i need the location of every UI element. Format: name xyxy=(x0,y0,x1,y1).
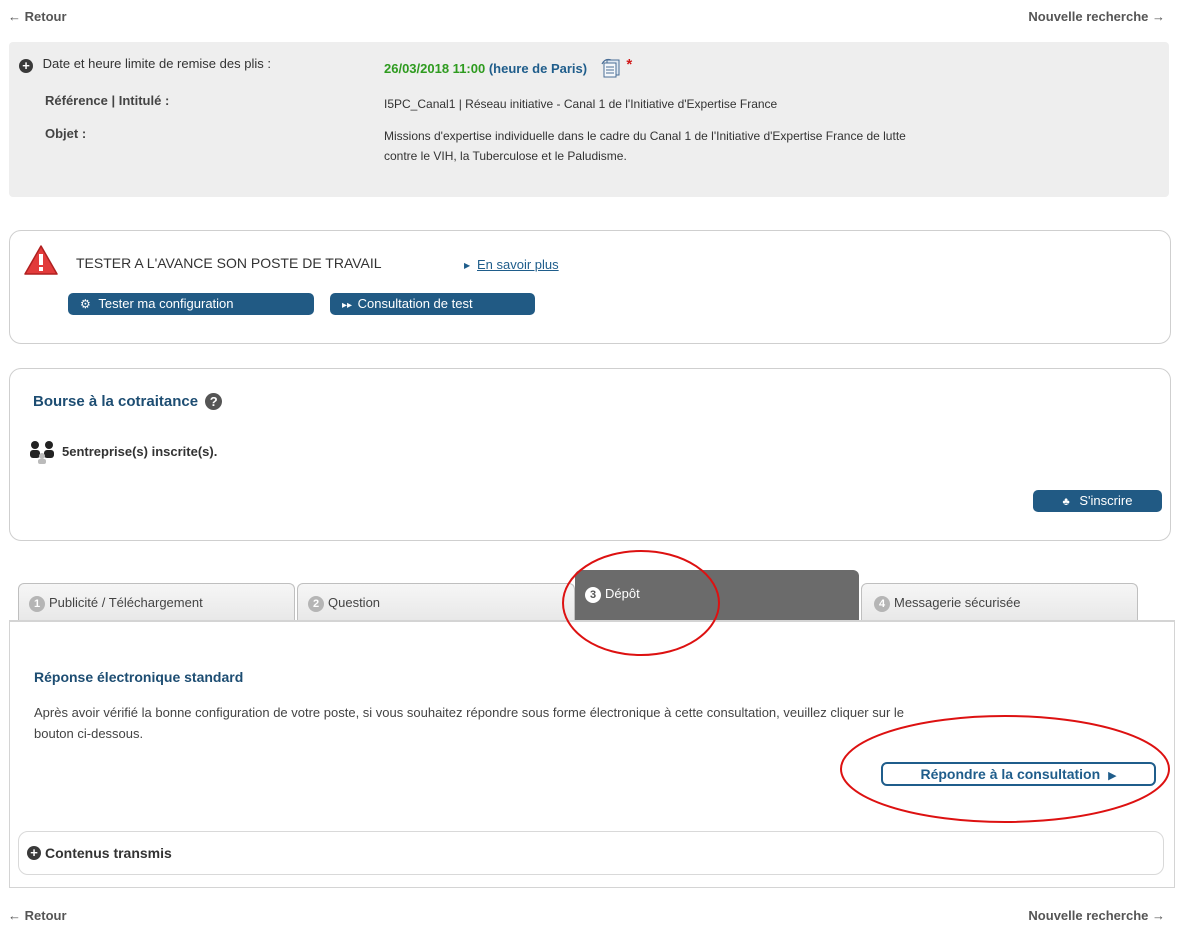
expand-plus-icon[interactable]: + xyxy=(27,846,41,860)
tab-label: Publicité / Téléchargement xyxy=(49,595,203,610)
tab-number-badge: 3 xyxy=(585,587,601,603)
user-add-icon: ♣ xyxy=(1062,496,1070,508)
tab-label: Messagerie sécurisée xyxy=(894,595,1021,610)
deadline-date: 26/03/2018 11:00 xyxy=(384,61,486,76)
warning-icon xyxy=(24,245,58,278)
register-button[interactable]: ♣ S'inscrire xyxy=(1033,490,1162,512)
new-search-link-bottom[interactable]: Nouvelle recherche → xyxy=(1028,908,1165,923)
test-config-button[interactable]: ⚙ Tester ma configuration xyxy=(68,293,314,315)
tester-title: TESTER A L'AVANCE SON POSTE DE TRAVAIL xyxy=(76,255,382,271)
calendar-icon[interactable] xyxy=(601,58,623,81)
section-title: Réponse électronique standard xyxy=(34,669,244,685)
fast-forward-icon: ▸▸ xyxy=(342,300,353,311)
tab-number-badge: 2 xyxy=(308,596,324,612)
back-label: Retour xyxy=(24,9,67,24)
desc-line-2: bouton ci-dessous. xyxy=(34,726,144,741)
deadline-label: Date et heure limite de remise des plis … xyxy=(42,56,271,71)
bourse-cotraitance-box: Bourse à la cotraitance ? 5entreprise(s)… xyxy=(9,368,1171,541)
deadline-timezone: (heure de Paris) xyxy=(488,61,588,76)
tab-label: Question xyxy=(328,595,381,610)
depot-content-panel: Réponse électronique standard Après avoi… xyxy=(9,620,1175,888)
registered-count: 5entreprise(s) inscrite(s). xyxy=(62,444,218,459)
respond-label: Répondre à la consultation xyxy=(920,766,1101,782)
contenus-transmis-section[interactable]: + Contenus transmis xyxy=(18,831,1164,875)
new-search-label: Nouvelle recherche xyxy=(1028,908,1149,923)
tab-label: Dépôt xyxy=(605,586,640,601)
reference-value: I5PC_Canal1 | Réseau initiative - Canal … xyxy=(384,97,778,111)
test-config-label: Tester ma configuration xyxy=(98,296,234,311)
consultation-info-panel: + Date et heure limite de remise des pli… xyxy=(9,42,1169,197)
depot-description: Après avoir vérifié la bonne configurati… xyxy=(34,702,1134,744)
deadline-value-row: 26/03/2018 11:00 (heure de Paris) * xyxy=(384,56,632,81)
reference-label: Référence | Intitulé : xyxy=(45,93,170,108)
new-search-label: Nouvelle recherche xyxy=(1028,9,1149,24)
new-search-link-top[interactable]: Nouvelle recherche → xyxy=(1028,9,1165,24)
tab-number-badge: 1 xyxy=(29,596,45,612)
arrow-left-icon: ← xyxy=(8,9,21,24)
expand-plus-icon[interactable]: + xyxy=(19,59,33,73)
tester-workstation-box: TESTER A L'AVANCE SON POSTE DE TRAVAIL ▶… xyxy=(9,230,1171,344)
help-icon[interactable]: ? xyxy=(205,393,223,410)
back-link-top[interactable]: ← Retour xyxy=(8,9,67,24)
tab-number-badge: 4 xyxy=(874,596,890,612)
deadline-row: + Date et heure limite de remise des pli… xyxy=(19,56,271,73)
play-right-icon: ▶ xyxy=(1108,770,1117,782)
back-label: Retour xyxy=(24,908,67,923)
tab-publicite[interactable]: 1 Publicité / Téléchargement xyxy=(18,583,295,621)
bourse-title-text: Bourse à la cotraitance xyxy=(33,393,199,410)
respond-consultation-button[interactable]: Répondre à la consultation ▶ xyxy=(881,762,1156,786)
arrow-right-icon: → xyxy=(1152,908,1165,923)
required-star: * xyxy=(626,56,633,73)
tab-messagerie[interactable]: 4 Messagerie sécurisée xyxy=(861,583,1138,621)
triangle-right-icon: ▶ xyxy=(464,261,471,270)
objet-value: Missions d'expertise individuelle dans l… xyxy=(384,126,906,166)
back-link-bottom[interactable]: ← Retour xyxy=(8,908,67,923)
test-consultation-label: Consultation de test xyxy=(357,296,473,311)
tab-question[interactable]: 2 Question xyxy=(297,583,575,621)
desc-line-1: Après avoir vérifié la bonne configurati… xyxy=(34,705,905,720)
arrow-left-icon: ← xyxy=(8,908,21,923)
objet-line-2: contre le VIH, la Tuberculose et le Palu… xyxy=(384,149,627,163)
tab-depot[interactable]: 3 Dépôt xyxy=(575,570,859,622)
arrow-right-icon: → xyxy=(1152,9,1165,24)
bourse-title: Bourse à la cotraitance ? xyxy=(33,393,223,410)
test-consultation-button[interactable]: ▸▸ Consultation de test xyxy=(330,293,535,315)
gears-icon: ⚙ xyxy=(80,297,91,311)
register-label: S'inscrire xyxy=(1079,493,1133,508)
contenus-label: Contenus transmis xyxy=(45,845,172,861)
objet-line-1: Missions d'expertise individuelle dans l… xyxy=(384,129,906,143)
objet-label: Objet : xyxy=(45,126,87,141)
learn-more-link[interactable]: En savoir plus xyxy=(477,257,559,272)
users-icon xyxy=(28,440,60,467)
